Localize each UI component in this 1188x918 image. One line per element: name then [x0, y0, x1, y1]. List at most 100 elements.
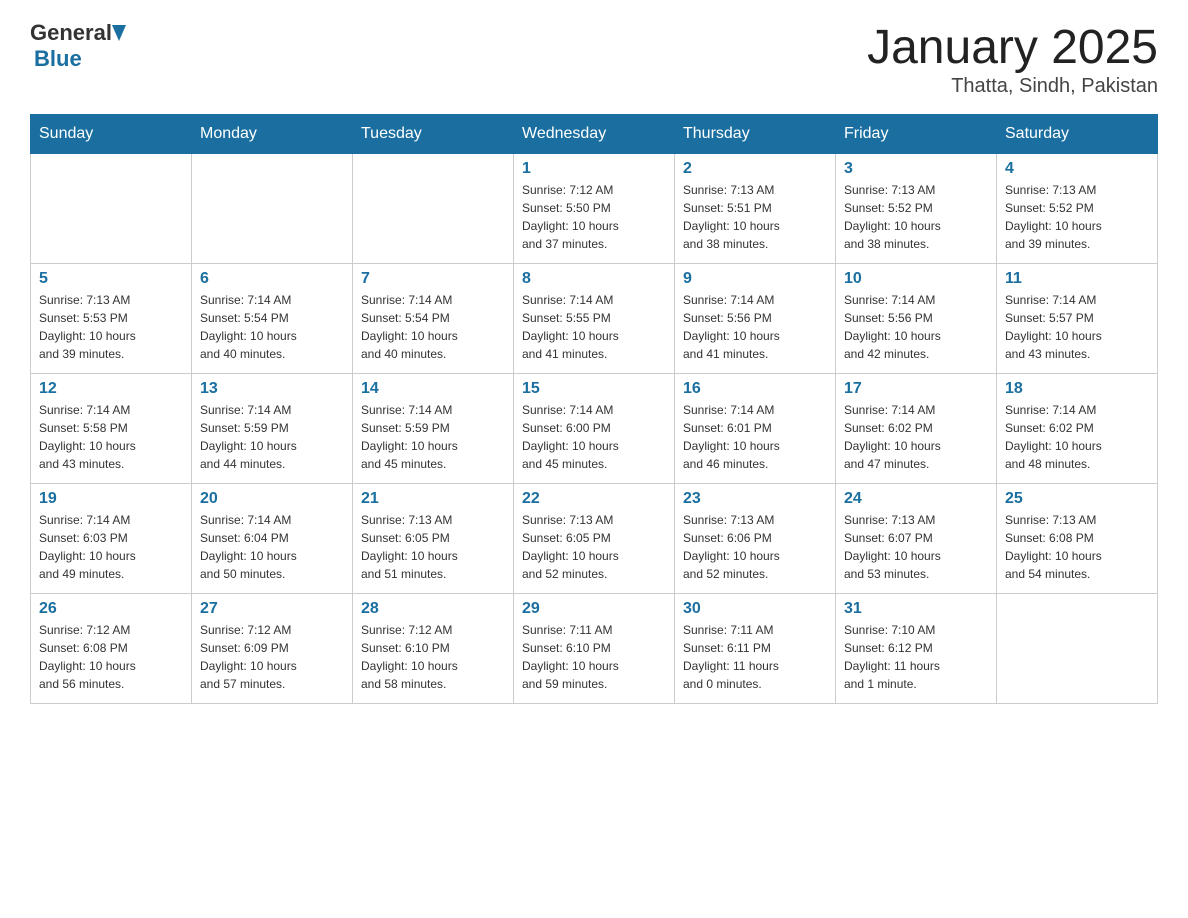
calendar-cell: 22Sunrise: 7:13 AM Sunset: 6:05 PM Dayli…: [514, 484, 675, 594]
day-info: Sunrise: 7:14 AM Sunset: 5:56 PM Dayligh…: [844, 291, 988, 363]
day-number: 23: [683, 490, 827, 508]
calendar-cell: 15 Sunrise: 7:14 AM Sunset: 6:00 PM Dayli…: [514, 374, 675, 484]
day-info: Sunrise: 7:13 AM Sunset: 6:06 PM Dayligh…: [683, 511, 827, 583]
calendar-cell: 17Sunrise: 7:14 AM Sunset: 6:02 PM Dayli…: [836, 374, 997, 484]
calendar-cell: 20 Sunrise: 7:14 AM Sunset: 6:04 PM Dayli…: [192, 484, 353, 594]
calendar-week-row: 1 Sunrise: 7:12 AM Sunset: 5:50 PM Daylig…: [31, 154, 1158, 264]
calendar-week-row: 5 Sunrise: 7:13 AM Sunset: 5:53 PM Daylig…: [31, 264, 1158, 374]
calendar-cell: 1 Sunrise: 7:12 AM Sunset: 5:50 PM Daylig…: [514, 154, 675, 264]
day-number: 15: [522, 380, 666, 398]
day-info: Sunrise: 7:13 AM Sunset: 6:08 PM Dayligh…: [1005, 511, 1149, 583]
day-info: Sunrise: 7:14 AM Sunset: 5:55 PM Dayligh…: [522, 291, 666, 363]
day-number: 6: [200, 270, 344, 288]
calendar-cell: 6 Sunrise: 7:14 AM Sunset: 5:54 PM Daylig…: [192, 264, 353, 374]
calendar-cell: 4Sunrise: 7:13 AM Sunset: 5:52 PM Daylig…: [997, 154, 1158, 264]
day-number: 22: [522, 490, 666, 508]
logo-arrow-icon: [112, 25, 126, 41]
day-info: Sunrise: 7:14 AM Sunset: 5:59 PM Dayligh…: [361, 401, 505, 473]
day-number: 14: [361, 380, 505, 398]
calendar-cell: 16Sunrise: 7:14 AM Sunset: 6:01 PM Dayli…: [675, 374, 836, 484]
calendar-header-row: SundayMondayTuesdayWednesdayThursdayFrid…: [31, 115, 1158, 154]
calendar-cell: 5 Sunrise: 7:13 AM Sunset: 5:53 PM Daylig…: [31, 264, 192, 374]
calendar-cell: [192, 154, 353, 264]
day-info: Sunrise: 7:14 AM Sunset: 6:00 PM Dayligh…: [522, 401, 666, 473]
calendar-day-header: Sunday: [31, 115, 192, 154]
day-number: 27: [200, 600, 344, 618]
calendar-day-header: Friday: [836, 115, 997, 154]
calendar-week-row: 12 Sunrise: 7:14 AM Sunset: 5:58 PM Dayli…: [31, 374, 1158, 484]
calendar-cell: [997, 594, 1158, 704]
calendar-cell: 26Sunrise: 7:12 AM Sunset: 6:08 PM Dayli…: [31, 594, 192, 704]
day-number: 1: [522, 160, 666, 178]
calendar-cell: 19 Sunrise: 7:14 AM Sunset: 6:03 PM Dayli…: [31, 484, 192, 594]
calendar-cell: 30 Sunrise: 7:11 AM Sunset: 6:11 PM Dayli…: [675, 594, 836, 704]
day-number: 12: [39, 380, 183, 398]
day-info: Sunrise: 7:14 AM Sunset: 6:04 PM Dayligh…: [200, 511, 344, 583]
day-info: Sunrise: 7:14 AM Sunset: 5:54 PM Dayligh…: [361, 291, 505, 363]
day-info: Sunrise: 7:14 AM Sunset: 6:02 PM Dayligh…: [1005, 401, 1149, 473]
day-info: Sunrise: 7:12 AM Sunset: 6:10 PM Dayligh…: [361, 621, 505, 693]
day-number: 28: [361, 600, 505, 618]
day-info: Sunrise: 7:11 AM Sunset: 6:11 PM Dayligh…: [683, 621, 827, 693]
day-number: 3: [844, 160, 988, 178]
calendar-cell: 31Sunrise: 7:10 AM Sunset: 6:12 PM Dayli…: [836, 594, 997, 704]
day-info: Sunrise: 7:12 AM Sunset: 6:09 PM Dayligh…: [200, 621, 344, 693]
day-number: 20: [200, 490, 344, 508]
day-number: 16: [683, 380, 827, 398]
logo-general-text: General: [30, 20, 112, 46]
calendar-cell: 11 Sunrise: 7:14 AM Sunset: 5:57 PM Dayli…: [997, 264, 1158, 374]
calendar-day-header: Monday: [192, 115, 353, 154]
day-info: Sunrise: 7:14 AM Sunset: 5:57 PM Dayligh…: [1005, 291, 1149, 363]
logo-blue-text: Blue: [34, 46, 82, 72]
day-number: 24: [844, 490, 988, 508]
day-info: Sunrise: 7:14 AM Sunset: 5:56 PM Dayligh…: [683, 291, 827, 363]
calendar-day-header: Tuesday: [353, 115, 514, 154]
day-info: Sunrise: 7:13 AM Sunset: 5:52 PM Dayligh…: [1005, 181, 1149, 253]
day-info: Sunrise: 7:13 AM Sunset: 5:53 PM Dayligh…: [39, 291, 183, 363]
calendar-day-header: Saturday: [997, 115, 1158, 154]
day-info: Sunrise: 7:14 AM Sunset: 5:58 PM Dayligh…: [39, 401, 183, 473]
day-info: Sunrise: 7:12 AM Sunset: 6:08 PM Dayligh…: [39, 621, 183, 693]
day-number: 13: [200, 380, 344, 398]
calendar-week-row: 19 Sunrise: 7:14 AM Sunset: 6:03 PM Dayli…: [31, 484, 1158, 594]
calendar-cell: 2Sunrise: 7:13 AM Sunset: 5:51 PM Daylig…: [675, 154, 836, 264]
day-number: 11: [1005, 270, 1149, 288]
day-number: 18: [1005, 380, 1149, 398]
calendar-title: January 2025: [867, 20, 1158, 75]
day-info: Sunrise: 7:13 AM Sunset: 6:05 PM Dayligh…: [361, 511, 505, 583]
day-info: Sunrise: 7:14 AM Sunset: 5:54 PM Dayligh…: [200, 291, 344, 363]
calendar-cell: 9Sunrise: 7:14 AM Sunset: 5:56 PM Daylig…: [675, 264, 836, 374]
calendar-table: SundayMondayTuesdayWednesdayThursdayFrid…: [30, 114, 1158, 704]
calendar-cell: 3 Sunrise: 7:13 AM Sunset: 5:52 PM Daylig…: [836, 154, 997, 264]
calendar-cell: 21Sunrise: 7:13 AM Sunset: 6:05 PM Dayli…: [353, 484, 514, 594]
day-number: 19: [39, 490, 183, 508]
calendar-body: 1 Sunrise: 7:12 AM Sunset: 5:50 PM Daylig…: [31, 154, 1158, 704]
calendar-cell: 10 Sunrise: 7:14 AM Sunset: 5:56 PM Dayli…: [836, 264, 997, 374]
day-number: 2: [683, 160, 827, 178]
calendar-cell: [31, 154, 192, 264]
title-block: January 2025 Thatta, Sindh, Pakistan: [867, 20, 1158, 98]
calendar-cell: 25Sunrise: 7:13 AM Sunset: 6:08 PM Dayli…: [997, 484, 1158, 594]
day-info: Sunrise: 7:13 AM Sunset: 5:52 PM Dayligh…: [844, 181, 988, 253]
day-info: Sunrise: 7:14 AM Sunset: 6:03 PM Dayligh…: [39, 511, 183, 583]
day-info: Sunrise: 7:12 AM Sunset: 5:50 PM Dayligh…: [522, 181, 666, 253]
calendar-cell: 29Sunrise: 7:11 AM Sunset: 6:10 PM Dayli…: [514, 594, 675, 704]
day-number: 8: [522, 270, 666, 288]
day-number: 29: [522, 600, 666, 618]
page-header: General Blue January 2025 Thatta, Sindh,…: [30, 20, 1158, 98]
calendar-cell: 18 Sunrise: 7:14 AM Sunset: 6:02 PM Dayli…: [997, 374, 1158, 484]
calendar-cell: 24Sunrise: 7:13 AM Sunset: 6:07 PM Dayli…: [836, 484, 997, 594]
calendar-cell: 27 Sunrise: 7:12 AM Sunset: 6:09 PM Dayli…: [192, 594, 353, 704]
day-info: Sunrise: 7:14 AM Sunset: 6:02 PM Dayligh…: [844, 401, 988, 473]
day-number: 30: [683, 600, 827, 618]
day-number: 5: [39, 270, 183, 288]
calendar-cell: 23 Sunrise: 7:13 AM Sunset: 6:06 PM Dayli…: [675, 484, 836, 594]
calendar-day-header: Thursday: [675, 115, 836, 154]
calendar-subtitle: Thatta, Sindh, Pakistan: [867, 75, 1158, 98]
day-number: 7: [361, 270, 505, 288]
calendar-cell: 8 Sunrise: 7:14 AM Sunset: 5:55 PM Daylig…: [514, 264, 675, 374]
calendar-cell: [353, 154, 514, 264]
day-info: Sunrise: 7:14 AM Sunset: 5:59 PM Dayligh…: [200, 401, 344, 473]
day-number: 10: [844, 270, 988, 288]
calendar-cell: 7 Sunrise: 7:14 AM Sunset: 5:54 PM Daylig…: [353, 264, 514, 374]
